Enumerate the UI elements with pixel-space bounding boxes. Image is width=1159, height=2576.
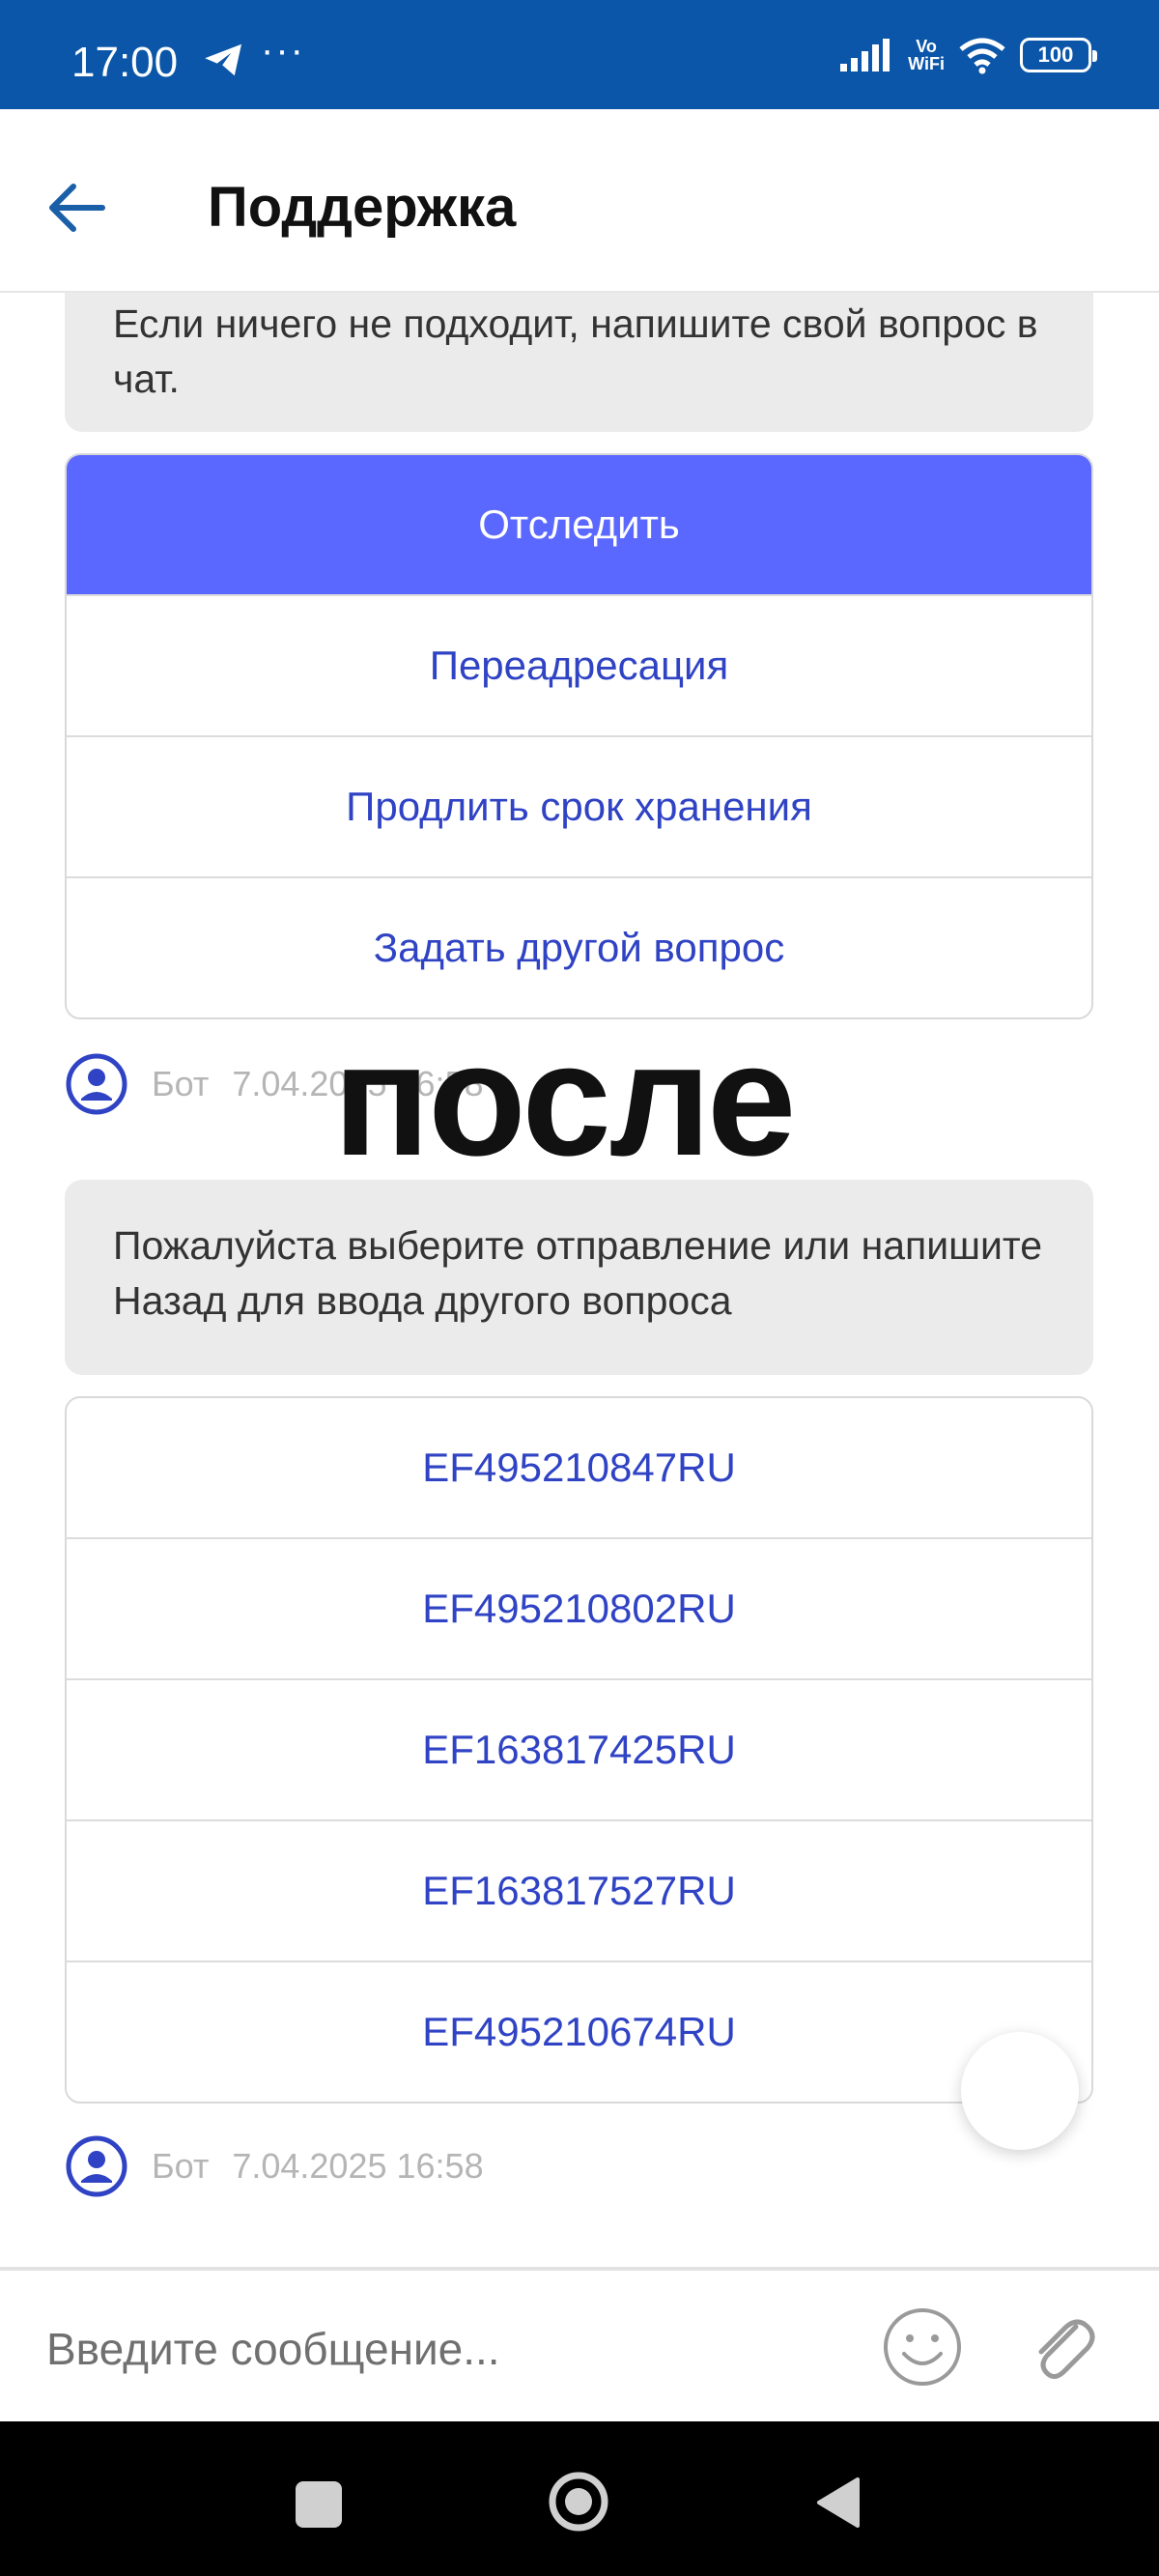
message-author: Бот: [152, 2146, 210, 2186]
telegram-icon: [205, 43, 241, 76]
quick-reply-track-button[interactable]: Отследить: [67, 455, 1091, 594]
emoji-icon[interactable]: [881, 2305, 964, 2389]
shipment-option-button[interactable]: EF495210802RU: [67, 1537, 1091, 1678]
more-notifications-icon: ···: [261, 29, 305, 72]
signal-icon: [840, 39, 890, 72]
recent-apps-icon[interactable]: [296, 2481, 342, 2528]
back-triangle-icon[interactable]: [813, 2476, 865, 2530]
message-composer: [0, 2267, 1159, 2421]
quick-reply-group: Отследить Переадресация Продлить срок хр…: [65, 453, 1093, 1019]
bot-message: Если ничего не подходит, напишите свой в…: [65, 291, 1093, 432]
wifi-icon: [959, 38, 1005, 74]
app-bar: Поддержка: [0, 109, 1159, 293]
message-author: Бот: [152, 1064, 210, 1103]
bot-avatar-icon: [66, 2135, 127, 2197]
bot-avatar-icon: [66, 1053, 127, 1115]
message-input[interactable]: [44, 2300, 840, 2398]
battery-icon: 100: [1020, 38, 1097, 72]
vowifi-bottom: WiFi: [908, 54, 945, 73]
home-icon[interactable]: [547, 2470, 610, 2533]
shipment-options: EF495210847RU EF495210802RU EF163817425R…: [65, 1396, 1093, 2104]
chat-area[interactable]: Если ничего не подходит, напишите свой в…: [0, 291, 1159, 2272]
status-icons: Vo WiFi 100: [840, 33, 1097, 77]
status-bar: 17:00 ··· Vo WiFi 100: [0, 0, 1159, 109]
shipment-option-button[interactable]: EF495210847RU: [67, 1398, 1091, 1537]
shipment-option-button[interactable]: EF495210674RU: [67, 1961, 1091, 2102]
shipment-option-button[interactable]: EF163817425RU: [67, 1678, 1091, 1819]
message-meta: Бот 7.04.2025 16:58: [65, 2134, 484, 2198]
quick-reply-extend-storage-button[interactable]: Продлить срок хранения: [67, 735, 1091, 876]
battery-level: 100: [1037, 43, 1074, 67]
status-time: 17:00: [71, 39, 179, 86]
system-nav-bar: [0, 2421, 1159, 2576]
quick-reply-other-question-button[interactable]: Задать другой вопрос: [67, 876, 1091, 1017]
attach-icon[interactable]: [1020, 2305, 1103, 2389]
message-time: 7.04.2025 16:58: [232, 2146, 484, 2186]
quick-reply-redirect-button[interactable]: Переадресация: [67, 594, 1091, 735]
shipment-option-button[interactable]: EF163817527RU: [67, 1819, 1091, 1961]
scroll-down-button[interactable]: [961, 2032, 1079, 2150]
vowifi-top: Vo: [916, 37, 937, 56]
vowifi-icon: Vo WiFi: [908, 38, 945, 72]
page-title: Поддержка: [208, 176, 517, 239]
overlay-caption: после: [333, 1011, 796, 1189]
bot-message: Пожалуйста выберите отправление или напи…: [65, 1180, 1093, 1375]
back-arrow-icon[interactable]: [39, 169, 116, 246]
